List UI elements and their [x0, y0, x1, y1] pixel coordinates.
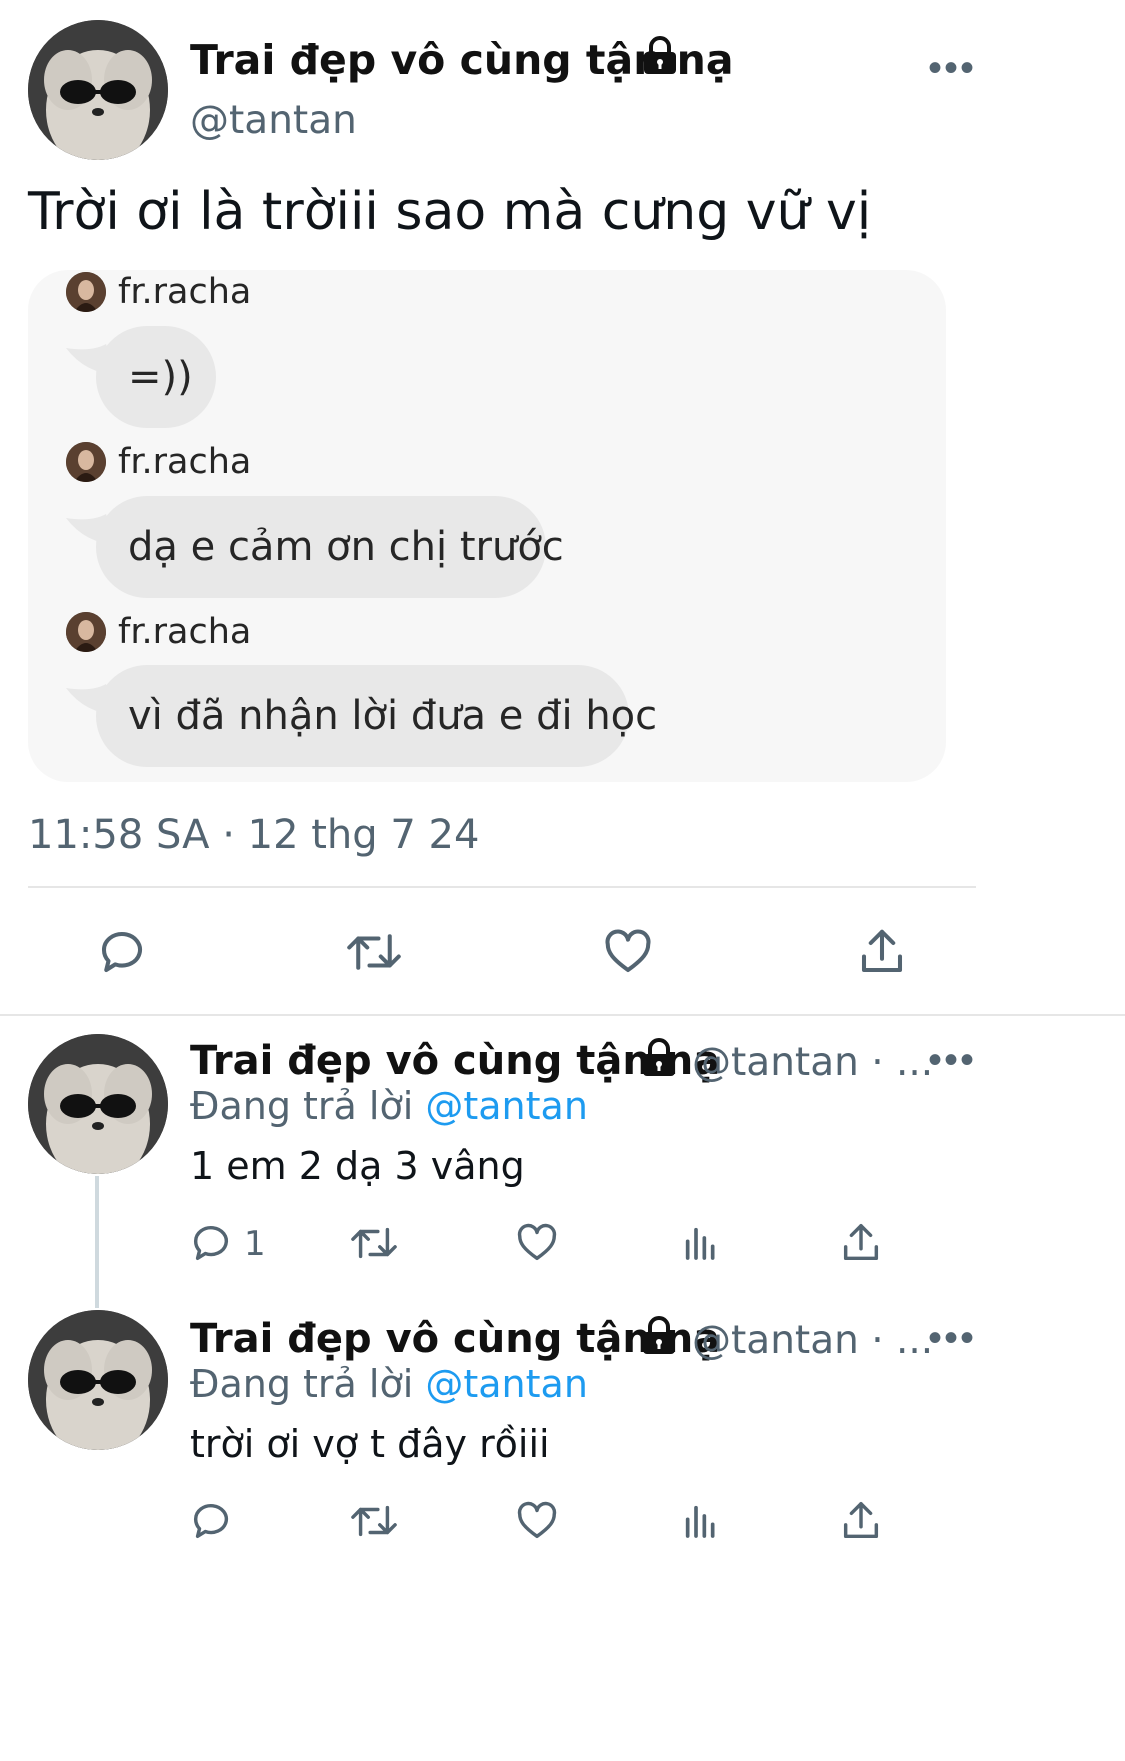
reply-handle[interactable]: @tantan · ... [692, 1318, 933, 1363]
more-options-button[interactable]: ••• [928, 1038, 976, 1083]
retweet-icon [347, 934, 401, 970]
views-icon [685, 1505, 715, 1538]
reply-avatar[interactable] [28, 1034, 168, 1174]
share-icon [843, 1502, 879, 1539]
share-button[interactable] [836, 1218, 886, 1268]
reply-button[interactable] [186, 1496, 236, 1546]
like-button[interactable] [512, 1218, 562, 1268]
reply-text: 1 em 2 dạ 3 vâng [190, 1144, 525, 1188]
views-button[interactable] [676, 1218, 726, 1268]
more-options-button[interactable]: ••• [928, 1316, 976, 1361]
tweet-text: Trời ơi là trờiii sao mà cưng vữ vị [28, 182, 872, 242]
mention-link[interactable]: @tantan [425, 1084, 588, 1128]
reply-button[interactable] [92, 922, 152, 982]
chat-message-bubble: =)) [96, 326, 216, 428]
chat-sender-name: fr.racha [118, 612, 252, 652]
retweet-icon [351, 1227, 397, 1259]
divider [28, 886, 976, 888]
chat-sender-avatar [66, 272, 106, 312]
author-handle[interactable]: @tantan [190, 98, 357, 143]
like-button[interactable] [598, 922, 658, 982]
reply-avatar[interactable] [28, 1310, 168, 1450]
lock-icon [641, 36, 679, 81]
more-options-button[interactable]: ••• [928, 46, 976, 91]
lock-icon [640, 1038, 678, 1083]
reply-button[interactable] [186, 1218, 236, 1268]
chat-sender-name: fr.racha [118, 442, 252, 482]
chat-sender-name: fr.racha [118, 272, 252, 312]
thread-line [95, 1176, 99, 1308]
reply-handle[interactable]: @tantan · ... [692, 1040, 933, 1085]
retweet-button[interactable] [346, 1218, 402, 1268]
share-icon [861, 929, 903, 973]
retweet-button[interactable] [346, 1496, 402, 1546]
tweet-timestamp[interactable]: 11:58 SA · 12 thg 7 24 [28, 812, 479, 858]
views-button[interactable] [676, 1496, 726, 1546]
reply-count: 1 [244, 1224, 266, 1264]
like-button[interactable] [512, 1496, 562, 1546]
views-icon [685, 1227, 715, 1260]
retweet-button[interactable] [342, 922, 406, 982]
author-avatar[interactable] [28, 20, 168, 160]
replying-prefix: Đang trả lời [190, 1362, 414, 1406]
share-button[interactable] [836, 1496, 886, 1546]
reply-icon [193, 1226, 229, 1261]
section-divider [0, 1014, 1125, 1016]
retweet-icon [351, 1505, 397, 1537]
like-icon [517, 1223, 557, 1261]
like-icon [605, 929, 651, 973]
mention-link[interactable]: @tantan [425, 1362, 588, 1406]
chat-message-bubble: dạ e cảm ơn chị trước [96, 496, 564, 598]
chat-sender-avatar [66, 442, 106, 482]
chat-sender-avatar [66, 612, 106, 652]
chat-message-bubble: vì đã nhận lời đưa e đi học [96, 665, 657, 767]
reply-text: trời ơi vợ t đây rồiii [190, 1422, 550, 1466]
share-button[interactable] [852, 922, 912, 982]
reply-icon [101, 932, 143, 973]
lock-icon [640, 1316, 678, 1361]
reply-icon [193, 1504, 229, 1539]
like-icon [517, 1501, 557, 1539]
replying-prefix: Đang trả lời [190, 1084, 414, 1128]
replying-to: Đang trả lời @tantan [190, 1084, 588, 1128]
share-icon [843, 1224, 879, 1261]
replying-to: Đang trả lời @tantan [190, 1362, 588, 1406]
